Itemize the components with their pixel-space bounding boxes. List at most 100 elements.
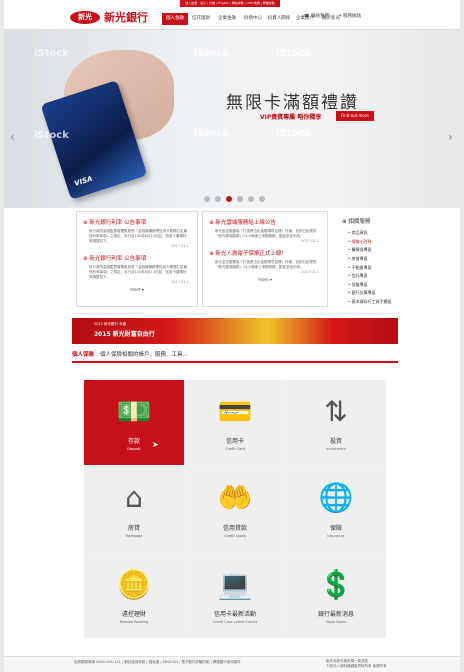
nav-trust[interactable]: 信託理財 [188, 13, 214, 25]
banner-title: 2015 新光財富自由行 [94, 331, 155, 338]
nav-corporate[interactable]: 企業金融 [214, 13, 240, 25]
related-item[interactable]: • 醫療保專區 [334, 246, 444, 255]
watermark: iStock [34, 48, 69, 59]
nav-personal[interactable]: 個人金融 [162, 13, 188, 25]
logo-text: 新光銀行 [104, 11, 148, 24]
tile-label: 房貸 [127, 524, 140, 532]
related-services: ⊕ 相關服務 • 商品資訊 • 保險小百科 • 醫療保專區 • 房貸專區 • 不… [334, 211, 444, 304]
tile-card-events[interactable]: 💻 信用卡最新活動 Credit Card Latest Events [185, 552, 285, 638]
tile-deposit[interactable]: 💵 存款 Deposit [84, 380, 184, 466]
tile-mortgage[interactable]: ⌂ 房貸 Mortgage [84, 466, 184, 552]
logo-mark: 新光 [70, 10, 100, 24]
tile-sublabel: Investment [326, 447, 346, 452]
tile-label: 銀行最新消息 [317, 611, 354, 618]
utility-links: ☎ 聯絡我們 ⌖ 服務據點 [304, 13, 361, 19]
hero-carousel[interactable]: VISA iStock iStock iStock iStock iStock … [4, 30, 460, 221]
tile-label: 保險 [329, 524, 342, 532]
carousel-dot[interactable] [215, 196, 221, 202]
carousel-dot-active[interactable] [226, 196, 232, 202]
tile-insurance[interactable]: 🌐 保險 Insurance [286, 466, 386, 552]
related-item[interactable]: • 房貸專區 [334, 255, 444, 264]
nav-investor[interactable]: 投資人關係 [266, 13, 292, 25]
mortgage-icon: ⌂ [125, 481, 143, 515]
credit-card-icon: 💳 [217, 395, 253, 428]
carousel-dot[interactable] [237, 196, 243, 202]
tile-investment[interactable]: ⇅ 投資 Investment [286, 380, 386, 466]
tile-label: 信用卡 [225, 438, 244, 446]
tile-sublabel: Mortgage [125, 533, 143, 538]
carousel-dot[interactable] [259, 196, 265, 202]
related-item[interactable]: • 信託專區 [334, 272, 444, 281]
tile-sublabel: Remote Banking [119, 620, 149, 624]
insurance-icon: 🌐 [318, 481, 354, 515]
watermark: iStock [34, 130, 69, 141]
news-title[interactable]: ⊕ 新光銀行利率 公告事項 [77, 248, 197, 262]
news-body: 依行政院金融監督管理委員會「金融機構辦理信用卡業務訂定最低利率事項」之規定，本行… [89, 265, 187, 279]
section-desc: 個人保險相關的帳戶、服務、工具... [100, 352, 188, 358]
tile-label: 信用卡最新活動 [213, 611, 256, 618]
watermark: iStock [194, 48, 229, 59]
service-grid: 💵 存款 Deposit 💳 信用卡 Credit Card ⇅ 投資 Inve… [84, 380, 386, 638]
tile-sublabel: Credit Card Latest Events [212, 620, 258, 624]
watermark: iStock [34, 210, 69, 221]
top-bar: 加入最愛｜電子 | 行動 | English | 網站導覽 | ATM 地圖 |… [4, 0, 460, 30]
section-header: 個人保險 個人保險相關的帳戶、服務、工具... [72, 349, 398, 363]
prev-arrow-icon[interactable]: ‹ [10, 130, 15, 144]
hero-title: 無限卡滿額禮讚 [226, 93, 359, 113]
card-events-icon: 💻 [217, 567, 253, 601]
tile-label: 存款 [127, 438, 140, 446]
find-out-more-button[interactable]: Find out more [336, 111, 374, 121]
promo-banner[interactable]: 2015 新光銀行 年度 2015 新光財富自由行 [72, 318, 398, 344]
news-box-left: ⊕ 新光銀行利率 公告事項 依行政院金融監督管理委員會「金融機構辦理信用卡業務訂… [76, 211, 198, 307]
card-brand: VISA [73, 174, 94, 188]
tile-credit-card[interactable]: 💳 信用卡 Credit Card [185, 380, 285, 466]
carousel-dots [204, 196, 265, 202]
watermark: iStock [276, 128, 311, 139]
deposit-icon: 💵 [116, 395, 152, 428]
related-item[interactable]: • 保險小百科 [334, 238, 444, 247]
news-title[interactable]: ⊕ 新光雲端服務給上線公告 [203, 212, 327, 226]
news-box-right: ⊕ 新光雲端服務給上線公告 新光金控集團為「打造數位化金融環境目標」計畫，自即日… [202, 211, 328, 307]
top-links[interactable]: 加入最愛｜電子 | 行動 | English | 網站導覽 | ATM 地圖 |… [180, 0, 280, 7]
watermark: iStock [194, 128, 229, 139]
bank-news-icon: 💲 [318, 567, 354, 601]
phone-icon: ☎ [304, 14, 312, 19]
locations-link[interactable]: ⌖ 服務據點 [339, 13, 361, 19]
related-title: ⊕ 相關服務 [342, 219, 371, 225]
related-item[interactable]: • 銀行計算專區 [334, 289, 444, 298]
section-label: 個人保險 [72, 352, 95, 358]
news-title[interactable]: ⊕ 新光銀行利率 公告事項 [77, 212, 197, 226]
tile-sublabel: Insurance [327, 533, 345, 538]
tile-label: 信用貸款 [222, 524, 247, 532]
related-item[interactable]: • 商品資訊 [334, 229, 444, 238]
news-body: 新光金控集團為「打造數位化金融環境目標」計畫，自即日起提供「新光雲端服務」24小… [215, 260, 317, 269]
footer-links[interactable]: 免費服務專線 0800-001-111 | 網站使用條款 | 隱私權 | ENG… [74, 660, 241, 665]
next-arrow-icon[interactable]: › [448, 130, 453, 144]
remote-banking-icon: 🪙 [116, 567, 152, 601]
more-link[interactable]: more ▾ [77, 284, 197, 292]
hero-subtitle: VIP貴賓專屬 略你獨享 [260, 114, 322, 121]
tile-credit-loans[interactable]: 🤲 信用貸款 Credit Loans [185, 466, 285, 552]
tile-sublabel: Credit Card [225, 447, 245, 452]
more-link[interactable]: more ▾ [203, 274, 327, 282]
news-body: 依行政院金融監督管理委員會「金融機構辦理信用卡業務訂定最低利率事項」之規定，本行… [89, 229, 187, 243]
logo[interactable]: 新光 新光銀行 [70, 9, 152, 25]
banner-year: 2015 新光銀行 年度 [94, 322, 127, 326]
tile-label: 遠控理財 [121, 611, 146, 618]
tile-sublabel: Bank News [326, 620, 346, 624]
related-item[interactable]: • 保險專區 [334, 281, 444, 290]
watermark: iStock [276, 48, 311, 59]
tile-label: 投資 [329, 438, 342, 446]
related-item[interactable]: • 基本資料行工具手續區 [334, 298, 444, 307]
related-item[interactable]: • 不動產專區 [334, 263, 444, 272]
tile-remote-banking[interactable]: 🪙 遠控理財 Remote Banking [84, 552, 184, 638]
tile-bank-news[interactable]: 💲 銀行最新消息 Bank News [286, 552, 386, 638]
contact-link[interactable]: ☎ 聯絡我們 [304, 13, 329, 19]
news-title[interactable]: ⊕ 新光人壽電子保單正式上線！ [203, 243, 327, 257]
tile-sublabel: Deposit [127, 447, 141, 452]
carousel-dot[interactable] [248, 196, 254, 202]
credit-loan-icon: 🤲 [217, 481, 253, 515]
carousel-dot[interactable] [204, 196, 210, 202]
nav-finance[interactable]: 財務中心 [240, 13, 266, 25]
tile-sublabel: Credit Loans [224, 533, 246, 538]
